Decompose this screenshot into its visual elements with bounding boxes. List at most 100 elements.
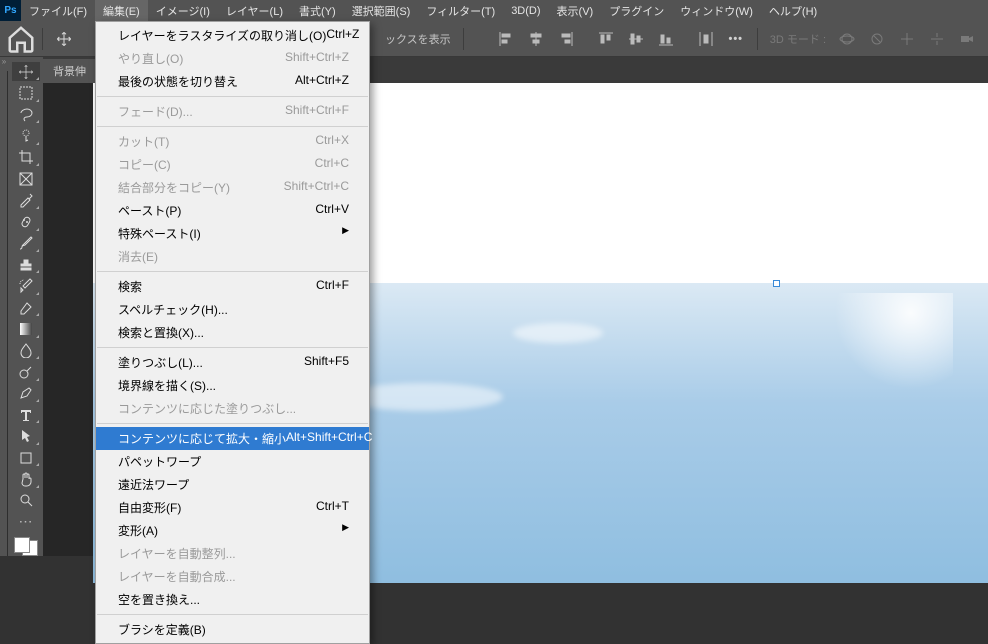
transform-handle[interactable] xyxy=(773,280,780,287)
menu-separator xyxy=(97,271,368,272)
menu-item-shortcut: Shift+Ctrl+F xyxy=(285,103,349,120)
transform-controls-label: ックスを表示 xyxy=(385,31,451,47)
menu-item[interactable]: 検索と置換(X)... xyxy=(96,321,369,344)
hand-tool[interactable] xyxy=(12,469,40,488)
zoom-tool[interactable] xyxy=(12,491,40,510)
path-select-tool[interactable] xyxy=(12,426,40,445)
align-right-icon[interactable] xyxy=(553,26,579,52)
menu-item[interactable]: ブラシを定義(B) xyxy=(96,618,369,641)
pen-tool[interactable] xyxy=(12,384,40,403)
expand-arrow-icon[interactable]: » xyxy=(0,57,8,71)
menu-item[interactable]: 検索 Ctrl+F xyxy=(96,275,369,298)
menu-item-label: 境界線を描く(S)... xyxy=(118,377,216,394)
menu-0[interactable]: ファイル(F) xyxy=(21,0,95,21)
menu-item-label: レイヤーをラスタライズの取り消し(O) xyxy=(118,27,326,44)
menu-item-label: コピー(C) xyxy=(118,156,171,173)
distribute-icon[interactable] xyxy=(693,26,719,52)
menu-item[interactable]: 変形(A)▶ xyxy=(96,519,369,542)
move-tool-icon[interactable] xyxy=(51,26,77,52)
history-brush-tool[interactable] xyxy=(12,276,40,295)
menu-item-label: 特殊ペースト(I) xyxy=(118,225,201,242)
menu-item-label: 検索 xyxy=(118,278,142,295)
menu-item-label: 空を置き換え... xyxy=(118,591,200,608)
menu-7[interactable]: 3D(D) xyxy=(503,0,548,21)
eraser-tool[interactable] xyxy=(12,298,40,317)
menu-item-label: 検索と置換(X)... xyxy=(118,324,204,341)
color-swatches[interactable] xyxy=(14,537,38,556)
menu-separator xyxy=(97,347,368,348)
menu-6[interactable]: フィルター(T) xyxy=(418,0,503,21)
menu-item: 消去(E) xyxy=(96,245,369,268)
menu-item-label: 消去(E) xyxy=(118,248,158,265)
menu-item-label: スペルチェック(H)... xyxy=(118,301,228,318)
align-hcenter-icon[interactable] xyxy=(523,26,549,52)
menu-item: コピー(C)Ctrl+C xyxy=(96,153,369,176)
menu-item-shortcut: Alt+Shift+Ctrl+C xyxy=(286,430,372,447)
menu-item[interactable]: ペースト(P)Ctrl+V xyxy=(96,199,369,222)
menu-item: レイヤーを自動合成... xyxy=(96,565,369,588)
more-align-icon[interactable]: ••• xyxy=(723,26,749,52)
menu-10[interactable]: ウィンドウ(W) xyxy=(672,0,761,21)
menu-item[interactable]: 境界線を描く(S)... xyxy=(96,374,369,397)
menu-1[interactable]: 編集(E) xyxy=(95,0,148,21)
crop-tool[interactable] xyxy=(12,148,40,167)
shape-tool[interactable] xyxy=(12,448,40,467)
menu-11[interactable]: ヘルプ(H) xyxy=(761,0,825,21)
menu-item-shortcut: Shift+F5 xyxy=(304,354,349,371)
menu-item-label: ペースト(P) xyxy=(118,202,181,219)
menu-item: やり直し(O) Shift+Ctrl+Z xyxy=(96,47,369,70)
panel-collapse-strip[interactable]: » xyxy=(0,57,8,556)
blur-tool[interactable] xyxy=(12,341,40,360)
document-tab[interactable]: 背景伸 xyxy=(43,59,97,83)
menu-8[interactable]: 表示(V) xyxy=(549,0,602,21)
marquee-tool[interactable] xyxy=(12,83,40,102)
menu-item[interactable]: 塗りつぶし(L)...Shift+F5 xyxy=(96,351,369,374)
gradient-tool[interactable] xyxy=(12,319,40,338)
menu-4[interactable]: 書式(Y) xyxy=(291,0,344,21)
menu-item-label: 変形(A) xyxy=(118,522,158,539)
eyedropper-tool[interactable] xyxy=(12,191,40,210)
menu-item[interactable]: パペットワープ xyxy=(96,450,369,473)
frame-tool[interactable] xyxy=(12,169,40,188)
menu-item[interactable]: スペルチェック(H)... xyxy=(96,298,369,321)
menu-item[interactable]: 遠近法ワープ xyxy=(96,473,369,496)
align-left-icon[interactable] xyxy=(493,26,519,52)
menu-3[interactable]: レイヤー(L) xyxy=(218,0,291,21)
edit-toolbar-icon[interactable]: ⋯ xyxy=(12,512,40,531)
menu-item-shortcut: Ctrl+Z xyxy=(326,27,359,44)
menu-item[interactable]: レイヤーをラスタライズの取り消し(O)Ctrl+Z xyxy=(96,24,369,47)
menu-item-shortcut: Ctrl+F xyxy=(316,278,349,295)
move-tool[interactable] xyxy=(12,62,40,81)
menu-item[interactable]: 最後の状態を切り替えAlt+Ctrl+Z xyxy=(96,70,369,93)
align-top-icon[interactable] xyxy=(593,26,619,52)
stamp-tool[interactable] xyxy=(12,255,40,274)
menu-separator xyxy=(97,126,368,127)
type-tool[interactable] xyxy=(12,405,40,424)
menu-item[interactable]: 自由変形(F)Ctrl+T xyxy=(96,496,369,519)
menu-item[interactable]: 空を置き換え... xyxy=(96,588,369,611)
menu-item: フェード(D)... Shift+Ctrl+F xyxy=(96,100,369,123)
3d-camera-icon xyxy=(954,26,980,52)
menu-2[interactable]: イメージ(I) xyxy=(148,0,218,21)
3d-roll-icon xyxy=(864,26,890,52)
menu-5[interactable]: 選択範囲(S) xyxy=(344,0,419,21)
menubar: Ps ファイル(F)編集(E)イメージ(I)レイヤー(L)書式(Y)選択範囲(S… xyxy=(0,0,988,21)
align-bottom-icon[interactable] xyxy=(653,26,679,52)
menu-separator xyxy=(97,96,368,97)
tab-label: 背景伸 xyxy=(53,66,86,78)
brush-tool[interactable] xyxy=(12,234,40,253)
home-button[interactable] xyxy=(6,25,36,53)
dodge-tool[interactable] xyxy=(12,362,40,381)
lasso-tool[interactable] xyxy=(12,105,40,124)
quick-select-tool[interactable] xyxy=(12,126,40,145)
align-vcenter-icon[interactable] xyxy=(623,26,649,52)
toolbox: ⋯ xyxy=(8,57,43,556)
menu-9[interactable]: プラグイン xyxy=(601,0,672,21)
menu-item-label: フェード(D)... xyxy=(118,103,193,120)
menu-item[interactable]: 特殊ペースト(I)▶ xyxy=(96,222,369,245)
healing-tool[interactable] xyxy=(12,212,40,231)
menu-item-label: カット(T) xyxy=(118,133,169,150)
menu-item-shortcut: Shift+Ctrl+Z xyxy=(285,50,349,67)
menu-item[interactable]: コンテンツに応じて拡大・縮小Alt+Shift+Ctrl+C xyxy=(96,427,369,450)
menu-item-label: やり直し(O) xyxy=(118,50,183,67)
